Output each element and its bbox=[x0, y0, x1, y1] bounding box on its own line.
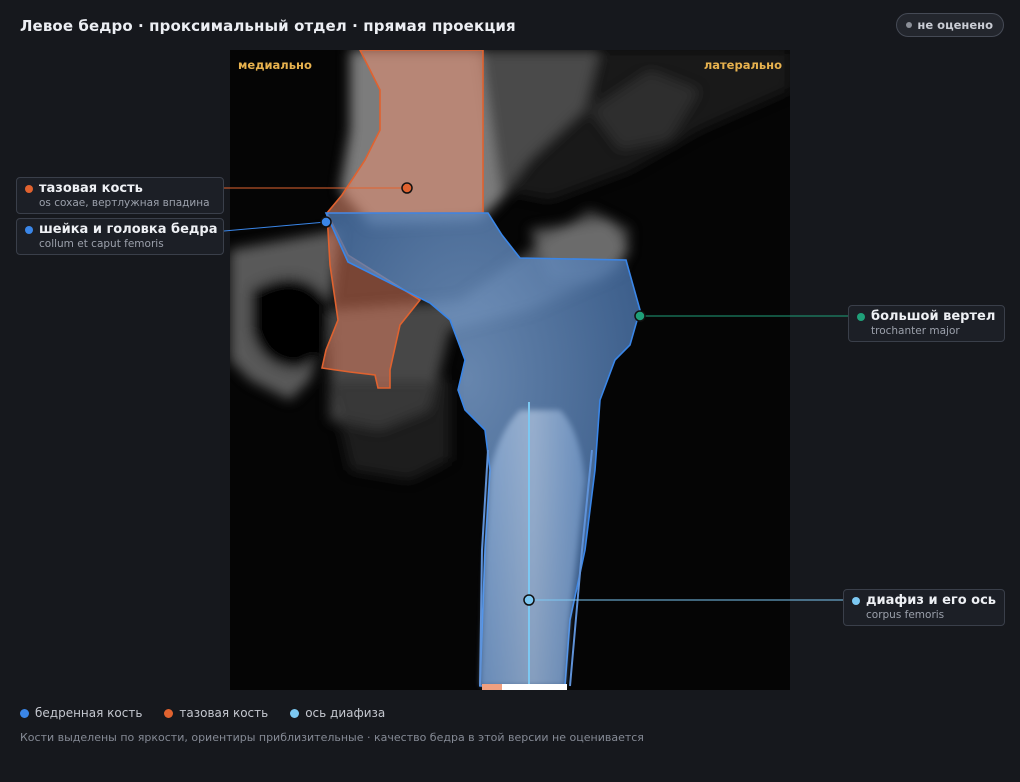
page-title: Левое бедро · проксимальный отдел · прям… bbox=[20, 17, 516, 35]
status-badge-label: не оценено bbox=[917, 18, 993, 32]
pelvis-dot-icon bbox=[25, 184, 33, 193]
annotation-trochanter-name: большой вертел bbox=[871, 309, 996, 324]
annotation-neck[interactable]: шейка и головка бедра collum et caput fe… bbox=[16, 218, 224, 255]
legend: бедренная кость тазовая кость ось диафиз… bbox=[20, 706, 385, 720]
legend-label-pelvis: тазовая кость bbox=[179, 706, 269, 720]
xray-canvas bbox=[230, 50, 790, 690]
legend-item-pelvis: тазовая кость bbox=[164, 706, 268, 720]
orientation-lateral: латерально bbox=[703, 58, 782, 72]
annotation-shaft[interactable]: диафиз и его ось corpus femoris bbox=[843, 589, 1005, 626]
legend-label-femur: бедренная кость bbox=[35, 706, 143, 720]
annotation-shaft-latin: corpus femoris bbox=[866, 609, 945, 621]
annotation-trochanter-latin: trochanter major bbox=[871, 325, 960, 337]
pelvis-legend-dot-icon bbox=[164, 708, 174, 718]
footnote: Кости выделены по яркости, ориентиры при… bbox=[20, 731, 644, 744]
annotation-shaft-name: диафиз и его ось bbox=[866, 593, 997, 608]
legend-label-axis: ось диафиза bbox=[305, 706, 386, 720]
annotation-neck-name: шейка и головка бедра bbox=[39, 222, 218, 237]
annotation-pelvis[interactable]: тазовая кость os coxae, вертлужная впади… bbox=[16, 177, 224, 214]
status-badge: не оценено bbox=[896, 13, 1004, 37]
status-dot-icon bbox=[906, 22, 913, 28]
annotation-trochanter[interactable]: большой вертел trochanter major bbox=[848, 305, 1005, 342]
xray-image[interactable]: медиально латерально bbox=[230, 50, 790, 690]
legend-item-femur: бедренная кость bbox=[20, 706, 142, 720]
annotation-neck-latin: collum et caput femoris bbox=[39, 238, 164, 250]
legend-item-axis: ось диафиза bbox=[290, 706, 385, 720]
shaft-dot-icon bbox=[852, 596, 860, 605]
axis-legend-dot-icon bbox=[290, 708, 300, 718]
orientation-medial: медиально bbox=[238, 58, 312, 72]
femur-legend-dot-icon bbox=[20, 708, 29, 718]
neck-dot-icon bbox=[25, 225, 33, 234]
trochanter-dot-icon bbox=[857, 312, 865, 321]
annotation-pelvis-name: тазовая кость bbox=[39, 181, 143, 196]
annotation-pelvis-latin: os coxae, вертлужная впадина bbox=[39, 197, 210, 209]
